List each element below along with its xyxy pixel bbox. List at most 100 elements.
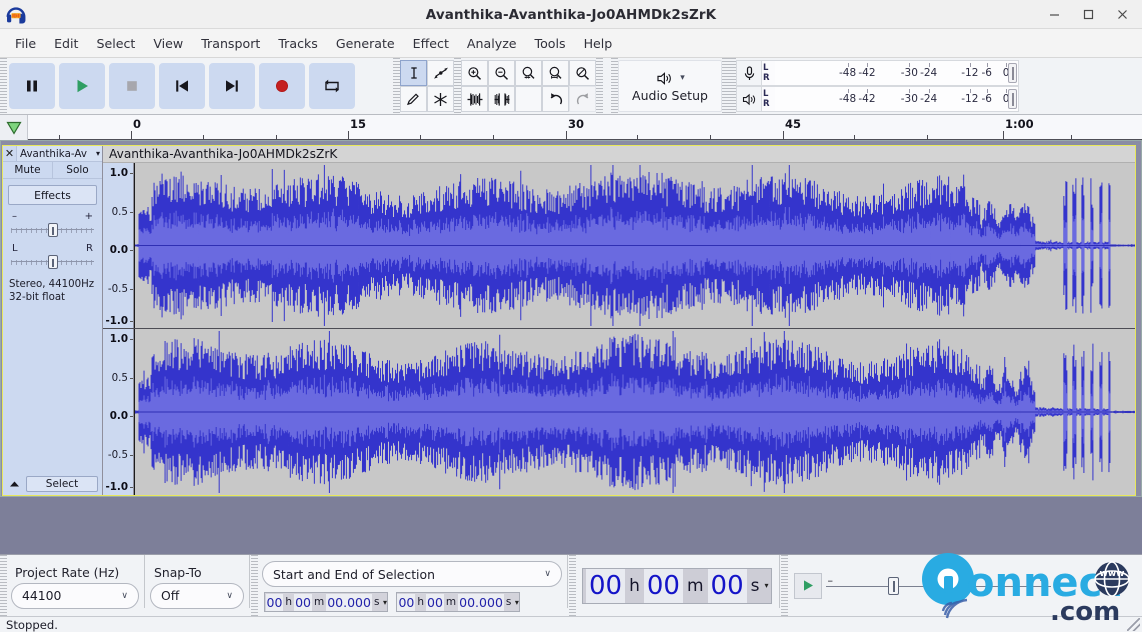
selection-start-field[interactable]: 00 h 00 m 00.000 s ▾ (264, 592, 388, 612)
sel-end-hours: 00 (397, 593, 416, 611)
amplitude-label: -0.5 (107, 282, 128, 295)
recording-volume-slider[interactable] (1008, 63, 1017, 83)
time-toolbar-grip[interactable] (569, 555, 576, 616)
timeline-ruler[interactable]: 0 15 30 45 1:00 (28, 115, 1142, 140)
audio-setup-button[interactable]: ▾ Audio Setup (618, 60, 722, 112)
track-format-line2: 32-bit float (9, 292, 66, 303)
play-at-speed-button[interactable] (793, 572, 822, 599)
pos-caret-icon[interactable]: ▾ (762, 581, 768, 590)
play-at-speed-grip[interactable] (780, 555, 788, 616)
playback-meter-icon-button[interactable] (736, 86, 762, 112)
menu-view[interactable]: View (144, 33, 192, 54)
menu-file[interactable]: File (6, 33, 45, 54)
meter-scale-label: -48 (839, 93, 857, 105)
playback-volume-slider[interactable] (1008, 89, 1017, 109)
playback-meter[interactable]: L R -48 -42 -30 -24 -12 -6 0 (736, 86, 1019, 112)
gain-slider-thumb[interactable] (47, 223, 58, 237)
zoom-toggle-button[interactable] (569, 60, 596, 86)
track-name-dropdown[interactable]: Avanthika-Av ▾ (17, 146, 102, 161)
menu-select[interactable]: Select (87, 33, 144, 54)
pos-hours: 00 (586, 568, 626, 603)
audio-position-field[interactable]: 00 h 00 m 00 s ▾ (582, 567, 772, 604)
trim-audio-button[interactable] (461, 86, 488, 112)
undo-button[interactable] (542, 86, 569, 112)
pan-slider[interactable] (11, 255, 94, 269)
meter-grip[interactable] (729, 58, 736, 114)
transport-toolbar-grip[interactable] (0, 58, 7, 114)
recording-meter-bar[interactable]: -48 -42 -30 -24 -12 -6 0 (775, 60, 1019, 86)
menu-help[interactable]: Help (575, 33, 622, 54)
blank-button[interactable] (515, 86, 542, 112)
selection-mode-combo[interactable]: Start and End of Selection ∨ (262, 561, 562, 587)
sel-start-seconds: 00.000 (326, 593, 372, 611)
menu-tools[interactable]: Tools (526, 33, 575, 54)
playback-speed-slider[interactable]: – + (825, 573, 1051, 599)
playback-speed-thumb[interactable] (887, 576, 899, 595)
menu-effect[interactable]: Effect (404, 33, 458, 54)
mute-button[interactable]: Mute (3, 162, 53, 178)
track-area[interactable]: ✕ Avanthika-Av ▾ Mute Solo Effects – + L… (0, 140, 1142, 497)
edit-toolbar-grip[interactable] (454, 58, 461, 114)
edit-toolbar-grip-right[interactable] (596, 58, 603, 114)
skip-to-end-button[interactable] (209, 63, 255, 109)
redo-button[interactable] (569, 86, 596, 112)
menu-tracks[interactable]: Tracks (269, 33, 327, 54)
playback-meter-scale: -48 -42 -30 -24 -12 -6 0 (775, 87, 1018, 111)
sel-start-caret-icon[interactable]: ▾ (381, 598, 387, 607)
right-channel-waveform[interactable] (134, 329, 1135, 495)
collapse-track-button[interactable] (7, 477, 22, 492)
menu-analyze[interactable]: Analyze (458, 33, 526, 54)
effects-button[interactable]: Effects (8, 185, 97, 205)
selection-toolbar-grip[interactable] (251, 555, 258, 616)
menu-transport[interactable]: Transport (192, 33, 269, 54)
loop-button[interactable] (309, 63, 355, 109)
right-channel-vertical-ruler[interactable]: 1.0 0.5 0.0 -0.5 -1.0 (103, 329, 134, 495)
multi-tool[interactable] (427, 86, 454, 112)
menu-edit[interactable]: Edit (45, 33, 87, 54)
zoom-in-icon (468, 66, 482, 80)
playback-meter-bar[interactable]: -48 -42 -30 -24 -12 -6 0 (775, 86, 1019, 112)
minimize-button[interactable] (1040, 3, 1068, 26)
empty-workspace[interactable] (0, 497, 1142, 554)
draw-tool[interactable] (400, 86, 427, 112)
pause-button[interactable] (9, 63, 55, 109)
menu-generate[interactable]: Generate (327, 33, 404, 54)
play-button[interactable] (59, 63, 105, 109)
sel-end-caret-icon[interactable]: ▾ (513, 598, 519, 607)
selection-end-field[interactable]: 00 h 00 m 00.000 s ▾ (395, 592, 520, 612)
sel-end-m-unit: m (445, 596, 457, 608)
play-icon (77, 79, 88, 93)
pinned-play-head-button[interactable] (0, 115, 28, 140)
maximize-button[interactable] (1074, 3, 1102, 26)
play-at-speed-icon (803, 580, 813, 591)
tools-toolbar-grip[interactable] (393, 58, 400, 114)
window-resize-grip[interactable] (1127, 618, 1140, 631)
speed-minus-label: – (827, 573, 834, 587)
left-channel-vertical-ruler[interactable]: 1.0 0.5 0.0 -0.5 -1.0 (103, 163, 134, 328)
silence-audio-button[interactable] (488, 86, 515, 112)
left-channel-waveform[interactable] (134, 163, 1135, 328)
record-button[interactable] (259, 63, 305, 109)
gain-slider[interactable] (11, 223, 94, 237)
fit-selection-button[interactable] (515, 60, 542, 86)
audio-setup-grip[interactable] (611, 58, 618, 114)
zoom-out-button[interactable] (488, 60, 515, 86)
selection-tool[interactable] (400, 60, 427, 86)
fit-project-button[interactable] (542, 60, 569, 86)
rate-toolbar-grip[interactable] (0, 555, 7, 616)
zoom-in-button[interactable] (461, 60, 488, 86)
solo-button[interactable]: Solo (53, 162, 102, 178)
close-track-button[interactable]: ✕ (3, 146, 17, 161)
skip-to-start-button[interactable] (159, 63, 205, 109)
project-rate-combo[interactable]: 44100 ∨ (11, 582, 139, 609)
envelope-tool[interactable] (427, 60, 454, 86)
close-button[interactable] (1108, 3, 1136, 26)
stop-button[interactable] (109, 63, 155, 109)
snap-to-combo[interactable]: Off ∨ (150, 582, 244, 609)
waveform-right-svg (134, 331, 1135, 493)
pan-slider-thumb[interactable] (47, 255, 58, 269)
audio-setup-grip-right[interactable] (722, 58, 729, 114)
select-track-button[interactable]: Select (26, 476, 98, 492)
recording-meter-icon-button[interactable] (736, 60, 762, 86)
recording-meter[interactable]: L R -48 -42 -30 -24 -12 -6 0 (736, 60, 1019, 86)
